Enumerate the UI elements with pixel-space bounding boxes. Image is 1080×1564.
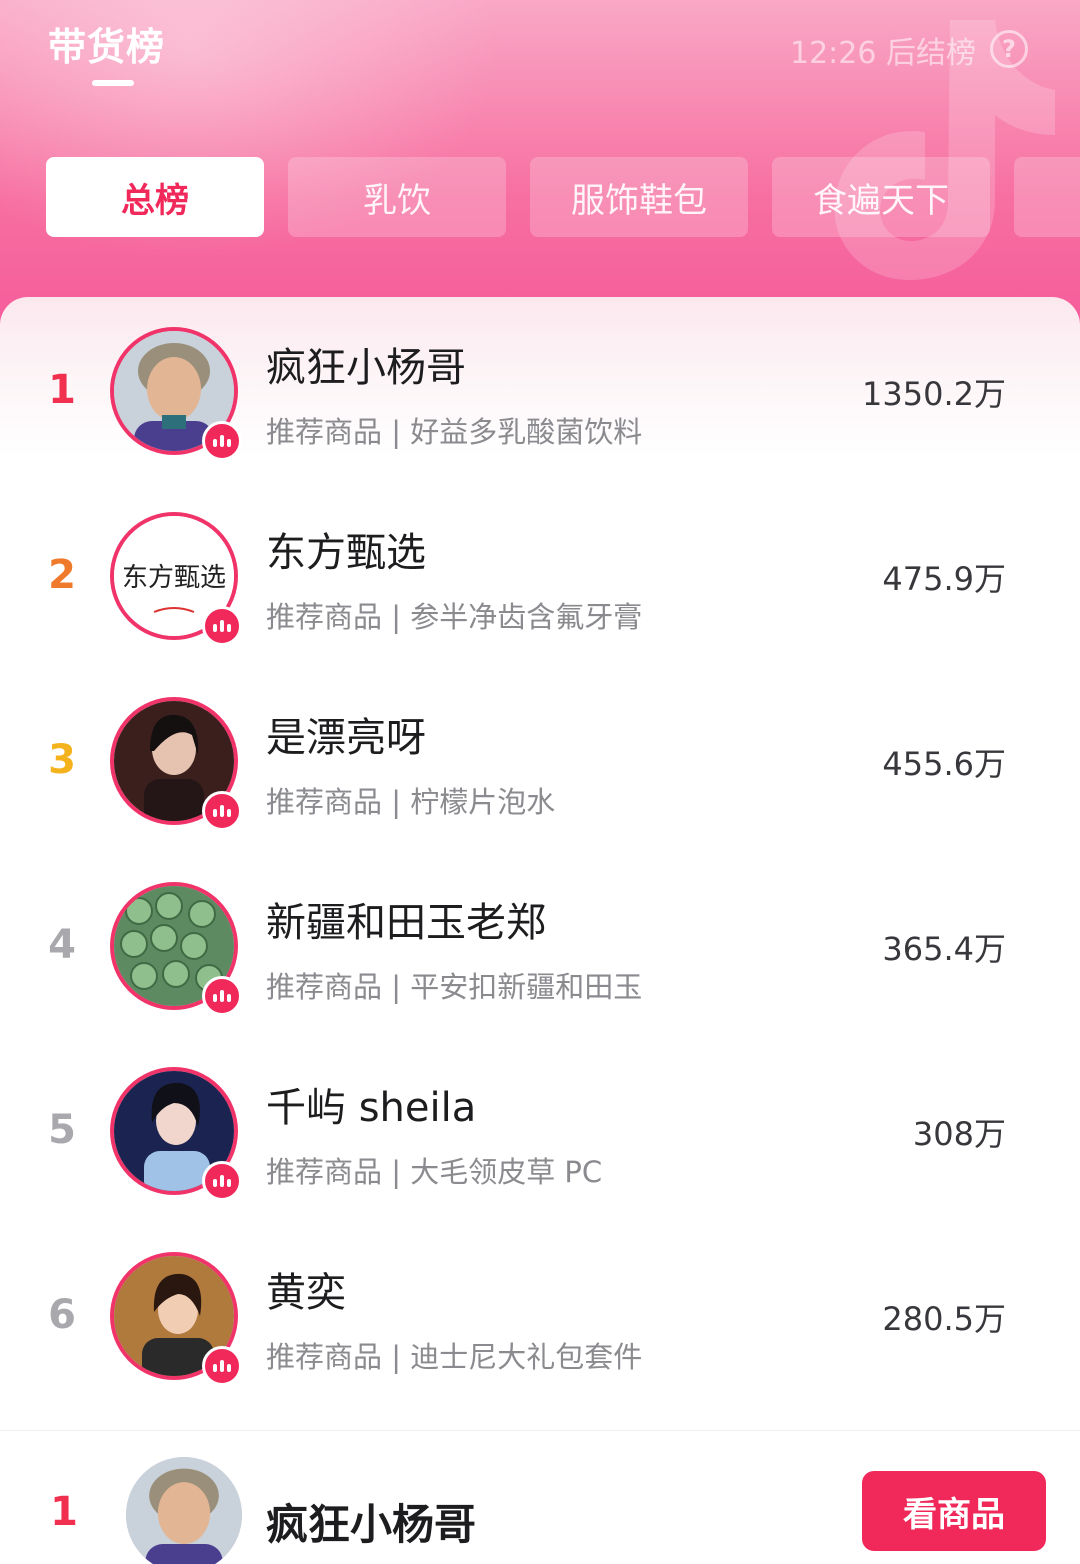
ranking-row[interactable]: 6 黄奕 推荐商品 | 迪士尼大礼包套件 280.5万 [0, 1222, 1080, 1407]
sales-amount: 455.6万 [882, 745, 1006, 783]
title-underline [92, 80, 134, 86]
streamer-name[interactable]: 千屿 sheila [266, 1075, 476, 1133]
avatar[interactable] [110, 1067, 242, 1201]
rank-number: 5 [48, 1107, 76, 1153]
ranking-list: 1 疯狂小杨哥 推荐商品 | 好益多乳酸菌饮料 1350.2万 2 东方甄选 东… [0, 297, 1080, 1429]
sales-amount: 365.4万 [882, 930, 1006, 968]
category-tabs: 总榜 乳饮 服饰鞋包 食遍天下 品 [46, 157, 1080, 237]
footer-rank-number: 1 [50, 1489, 78, 1535]
rank-number: 1 [48, 367, 76, 413]
streamer-name[interactable]: 黄奕 [266, 1260, 346, 1318]
ranking-row[interactable]: 4 新疆和田玉老郑 推荐商品 | 平安扣新疆和田玉 365.4万 [0, 852, 1080, 1037]
streamer-name[interactable]: 疯狂小杨哥 [266, 335, 466, 393]
tab-overall[interactable]: 总榜 [46, 157, 264, 237]
sales-amount: 280.5万 [882, 1300, 1006, 1338]
tab-apparel[interactable]: 服饰鞋包 [530, 157, 748, 237]
live-indicator-icon [202, 1346, 242, 1386]
settlement-timer: 12:26 后结榜 [790, 36, 976, 71]
ranking-row[interactable]: 2 东方甄选 东方甄选 推荐商品 | 参半净齿含氟牙膏 475.9万 [0, 482, 1080, 667]
live-indicator-icon [202, 791, 242, 831]
tab-more[interactable]: 品 [1014, 157, 1080, 237]
page-title: 带货榜 [48, 25, 166, 69]
sales-amount: 1350.2万 [862, 375, 1006, 413]
footer-avatar[interactable] [126, 1457, 242, 1564]
sales-amount: 308万 [912, 1115, 1006, 1153]
live-indicator-icon [202, 1161, 242, 1201]
avatar[interactable] [110, 882, 242, 1016]
streamer-name[interactable]: 新疆和田玉老郑 [266, 890, 546, 948]
rank-number: 3 [48, 737, 76, 783]
streamer-name[interactable]: 是漂亮呀 [266, 705, 426, 763]
pinned-footer-bar: 1 疯狂小杨哥 看商品 [0, 1430, 1080, 1564]
rank-number: 2 [48, 552, 76, 598]
live-indicator-icon [202, 421, 242, 461]
avatar[interactable] [110, 327, 242, 461]
tab-dairy-drinks[interactable]: 乳饮 [288, 157, 506, 237]
ranking-row[interactable]: 3 是漂亮呀 推荐商品 | 柠檬片泡水 455.6万 [0, 667, 1080, 852]
recommended-product: 推荐商品 | 柠檬片泡水 [266, 785, 556, 819]
avatar-logo-text: 东方甄选 [122, 563, 226, 593]
streamer-name[interactable]: 东方甄选 [266, 520, 426, 578]
ranking-row[interactable]: 1 疯狂小杨哥 推荐商品 | 好益多乳酸菌饮料 1350.2万 [0, 297, 1080, 482]
recommended-product: 推荐商品 | 迪士尼大礼包套件 [266, 1340, 643, 1374]
live-indicator-icon [202, 976, 242, 1016]
help-icon[interactable]: ? [990, 30, 1028, 68]
avatar[interactable] [110, 1252, 242, 1386]
avatar[interactable] [110, 697, 242, 831]
live-indicator-icon [202, 606, 242, 646]
avatar[interactable]: 东方甄选 [110, 512, 242, 646]
sales-amount: 475.9万 [882, 560, 1006, 598]
recommended-product: 推荐商品 | 大毛领皮草 PC [266, 1155, 603, 1189]
ranking-row[interactable]: 5 千屿 sheila 推荐商品 | 大毛领皮草 PC 308万 [0, 1037, 1080, 1222]
recommended-product: 推荐商品 | 平安扣新疆和田玉 [266, 970, 643, 1004]
view-goods-button[interactable]: 看商品 [862, 1471, 1046, 1551]
rank-number: 4 [48, 922, 76, 968]
rank-number: 6 [48, 1292, 76, 1338]
tab-food[interactable]: 食遍天下 [772, 157, 990, 237]
recommended-product: 推荐商品 | 好益多乳酸菌饮料 [266, 415, 643, 449]
recommended-product: 推荐商品 | 参半净齿含氟牙膏 [266, 600, 643, 634]
footer-streamer-name[interactable]: 疯狂小杨哥 [266, 1491, 476, 1552]
avatar-image [126, 1457, 242, 1564]
